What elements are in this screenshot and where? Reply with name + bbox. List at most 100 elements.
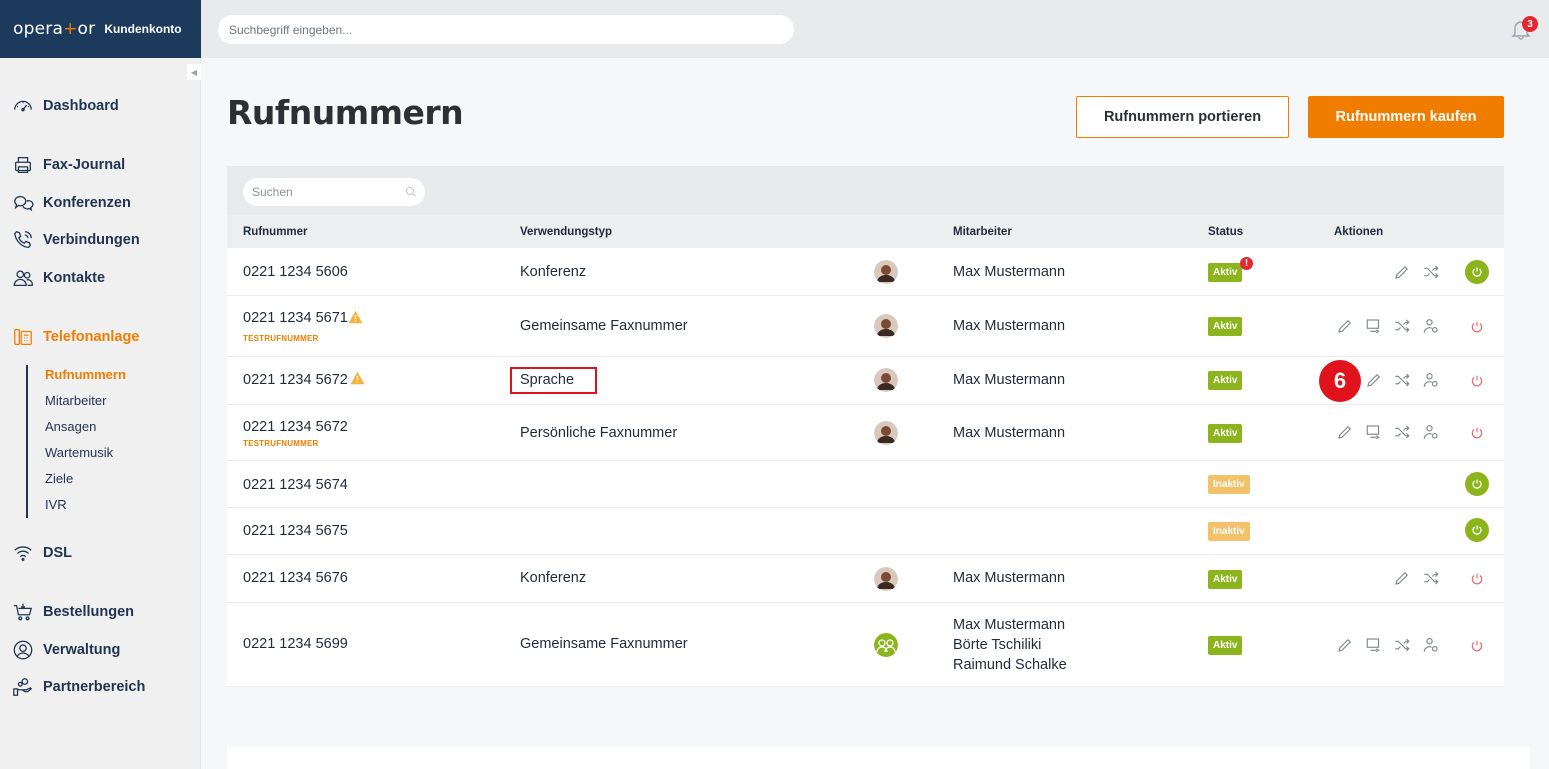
table-row[interactable]: 0221 1234 5675 Inaktiv — [227, 508, 1504, 555]
global-search-input[interactable] — [218, 15, 794, 44]
table-row[interactable]: 0221 1234 5672 TESTRUFNUMMER Persönliche… — [227, 405, 1504, 461]
power-on-button[interactable] — [1465, 472, 1489, 496]
sidebar-subitem-ivr[interactable]: IVR — [45, 497, 67, 512]
sidebar-item-dashboard[interactable]: Dashboard — [12, 95, 119, 117]
sidebar-item-label: Verbindungen — [43, 232, 140, 248]
sidebar-item-label: Bestellungen — [43, 604, 135, 620]
pencil-icon[interactable] — [1365, 371, 1383, 389]
step-marker: 6 — [1319, 360, 1361, 402]
sidebar-item-telefonanlage[interactable]: Telefonanlage — [12, 326, 139, 348]
table-header: Rufnummer Verwendungstyp Mitarbeiter Sta… — [227, 215, 1504, 248]
sidebar-item-verbindungen[interactable]: Verbindungen — [12, 229, 140, 251]
status-badge: Aktiv — [1208, 424, 1243, 443]
sidebar-item-dsl[interactable]: DSL — [12, 542, 72, 564]
status-badge: Aktiv — [1208, 317, 1243, 336]
avatar — [874, 260, 898, 284]
bottom-panel — [227, 747, 1530, 769]
notification-badge: 3 — [1522, 16, 1538, 32]
user-settings-icon[interactable] — [1422, 317, 1440, 335]
sidebar-item-kontakte[interactable]: Kontakte — [12, 267, 105, 289]
user-settings-icon[interactable] — [1422, 636, 1440, 654]
power-on-button[interactable] — [1465, 260, 1489, 284]
avatar — [874, 567, 898, 591]
column-header-employee[interactable]: Mitarbeiter — [953, 226, 1012, 238]
sidebar-item-label: Fax-Journal — [43, 157, 126, 173]
sidebar-item-label: Verwaltung — [43, 642, 121, 658]
table-search-input[interactable] — [243, 178, 425, 206]
table-row[interactable]: 0221 1234 5674 Inaktiv — [227, 461, 1504, 508]
column-header-number[interactable]: Rufnummer — [243, 226, 308, 238]
buy-numbers-button[interactable]: Rufnummern kaufen — [1308, 96, 1504, 138]
sidebar-subitem-ansagen[interactable]: Ansagen — [45, 419, 96, 434]
sidebar-item-konferenzen[interactable]: Konferenzen — [12, 192, 131, 214]
usage-type: Gemeinsame Faxnummer — [520, 636, 688, 652]
sidebar-subitem-ziele[interactable]: Ziele — [45, 471, 73, 486]
sidebar-subitem-rufnummern[interactable]: Rufnummern — [45, 367, 126, 382]
power-on-button[interactable] — [1465, 518, 1489, 542]
table-row[interactable]: 0221 1234 5676 Konferenz Max Mustermann … — [227, 555, 1504, 603]
page-title: Rufnummern — [227, 93, 464, 132]
shuffle-icon[interactable] — [1393, 423, 1411, 441]
port-numbers-button[interactable]: Rufnummern portieren — [1076, 96, 1289, 138]
table-row[interactable]: 0221 1234 5671 TESTRUFNUMMER Gemeinsame … — [227, 296, 1504, 357]
pencil-icon[interactable] — [1336, 636, 1354, 654]
avatar — [874, 314, 898, 338]
shuffle-icon[interactable] — [1393, 636, 1411, 654]
pencil-icon[interactable] — [1393, 569, 1411, 587]
power-off-button[interactable] — [1465, 421, 1489, 445]
shuffle-icon[interactable] — [1393, 317, 1411, 335]
employee-name: Max Mustermann — [953, 570, 1066, 586]
fax-forward-icon[interactable] — [1365, 423, 1383, 441]
shuffle-icon[interactable] — [1422, 569, 1440, 587]
pencil-icon[interactable] — [1336, 423, 1354, 441]
avatar — [874, 421, 898, 445]
sidebar-item-verwaltung[interactable]: Verwaltung — [12, 639, 120, 661]
usage-type: Konferenz — [520, 264, 587, 280]
table-row[interactable]: 0221 1234 5672 Sprache Max Mustermann Ak… — [227, 357, 1504, 405]
user-settings-icon[interactable] — [1422, 423, 1440, 441]
phone-number: 0221 1234 5672 — [243, 419, 348, 435]
power-off-button[interactable] — [1465, 369, 1489, 393]
power-off-button[interactable] — [1465, 315, 1489, 339]
collapse-sidebar-icon[interactable]: ◀ — [187, 64, 201, 80]
test-number-label: TESTRUFNUMMER — [243, 439, 319, 448]
sidebar-item-bestellungen[interactable]: Bestellungen — [12, 601, 134, 623]
pencil-icon[interactable] — [1336, 317, 1354, 335]
top-bar: 3 — [201, 0, 1549, 58]
power-off-button[interactable] — [1465, 634, 1489, 658]
employee-name: Max Mustermann — [953, 617, 1066, 633]
phone-number: 0221 1234 5675 — [243, 523, 348, 539]
sidebar-item-fax-journal[interactable]: Fax-Journal — [12, 154, 125, 176]
usage-type: Gemeinsame Faxnummer — [520, 318, 688, 334]
pencil-icon[interactable] — [1393, 263, 1411, 281]
status-badge: Aktiv — [1208, 570, 1243, 589]
account-title: Kundenkonto — [104, 22, 182, 36]
sidebar-item-label: Dashboard — [43, 98, 119, 114]
sidebar-subitem-mitarbeiter[interactable]: Mitarbeiter — [45, 393, 106, 408]
phone-number: 0221 1234 5699 — [243, 636, 348, 652]
sidebar-item-partnerbereich[interactable]: Partnerbereich — [12, 676, 145, 698]
status-badge: Aktiv — [1208, 371, 1243, 390]
warning-icon — [350, 371, 365, 385]
employee-name: Börte Tschiliki — [953, 637, 1042, 653]
shuffle-icon[interactable] — [1422, 263, 1440, 281]
table-row[interactable]: 0221 1234 5606 Konferenz Max Mustermann … — [227, 248, 1504, 296]
sidebar-item-label: Konferenzen — [43, 195, 131, 211]
column-header-usage[interactable]: Verwendungstyp — [520, 226, 612, 238]
shuffle-icon[interactable] — [1393, 371, 1411, 389]
phone-number: 0221 1234 5676 — [243, 570, 348, 586]
table-row[interactable]: 0221 1234 5699 Gemeinsame Faxnummer Max … — [227, 603, 1504, 687]
fax-forward-icon[interactable] — [1365, 636, 1383, 654]
fax-forward-icon[interactable] — [1365, 317, 1383, 335]
user-circle-icon — [13, 640, 33, 660]
employee-name: Max Mustermann — [953, 372, 1066, 388]
power-off-button[interactable] — [1465, 567, 1489, 591]
user-settings-icon[interactable] — [1422, 371, 1440, 389]
usage-type: Konferenz — [520, 570, 587, 586]
usage-type: Persönliche Faxnummer — [520, 425, 678, 441]
operator-logo[interactable]: opera+or — [13, 19, 95, 39]
sidebar-subitem-wartemusik[interactable]: Wartemusik — [45, 445, 113, 460]
status-badge: Aktiv — [1208, 636, 1243, 655]
column-header-status[interactable]: Status — [1208, 226, 1243, 238]
test-number-label: TESTRUFNUMMER — [243, 334, 319, 343]
